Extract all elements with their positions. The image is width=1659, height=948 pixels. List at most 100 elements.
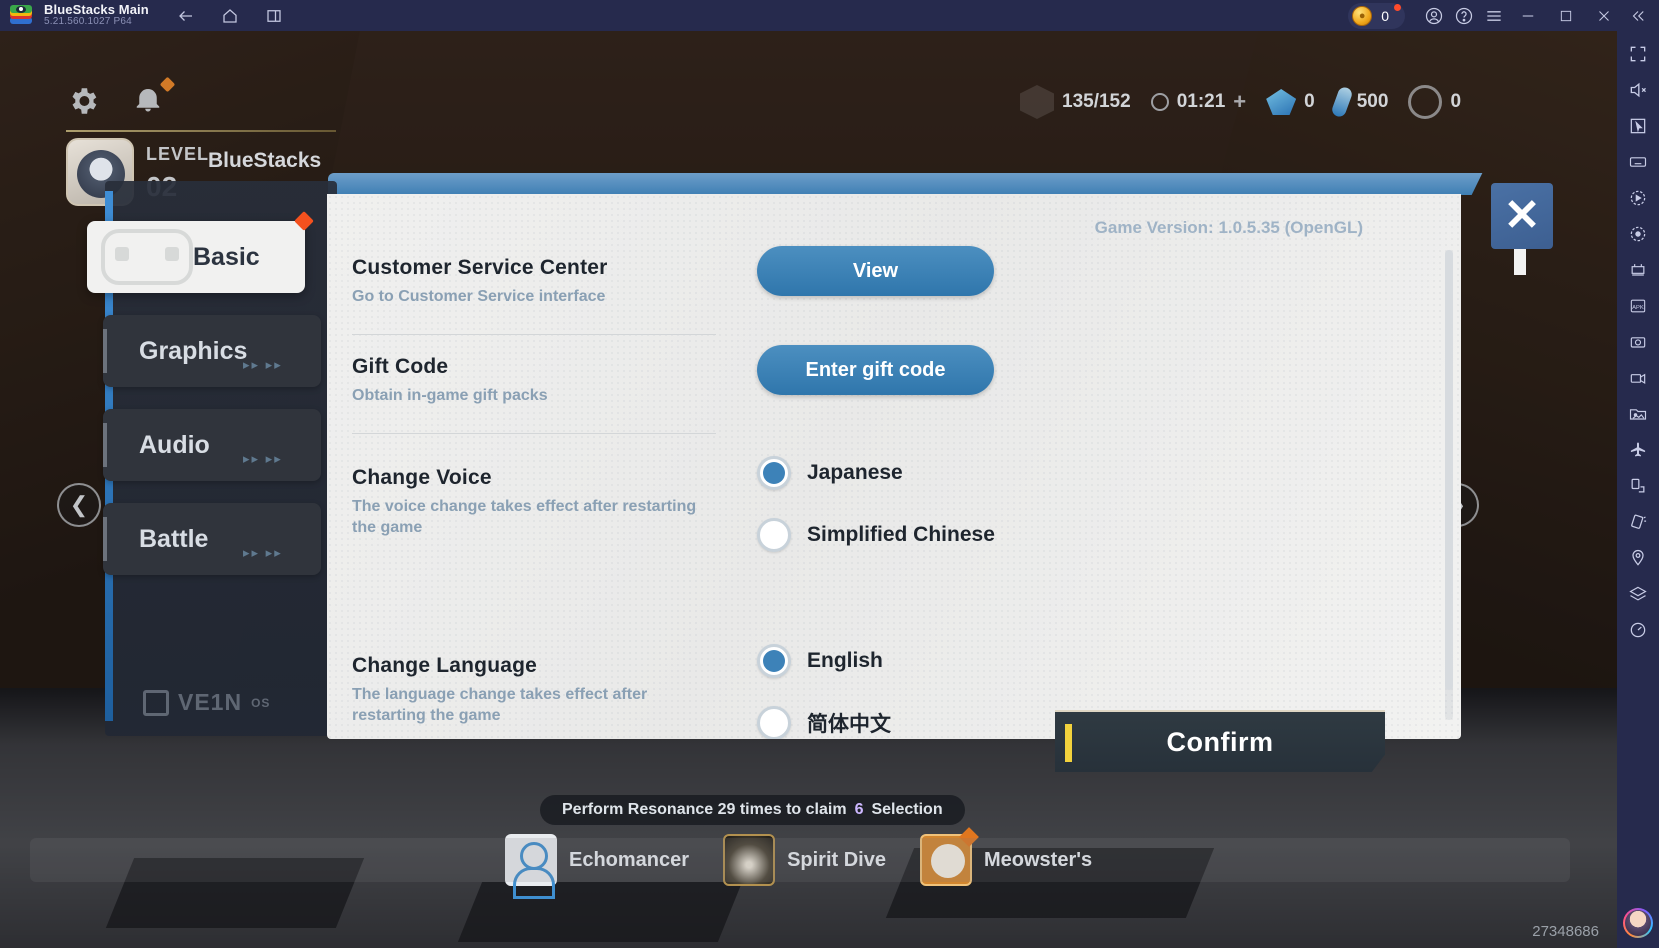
fullscreen-icon[interactable] <box>1623 39 1653 69</box>
tab-marker <box>103 517 107 561</box>
install-apk-icon[interactable]: APK <box>1623 291 1653 321</box>
close-icon: ✕ <box>1503 191 1541 240</box>
enter-gift-code-button[interactable]: Enter gift code <box>757 345 994 395</box>
bottom-bar: Echomancer Spirit Dive Meowster's 273486… <box>0 827 1617 948</box>
tab-marker <box>103 423 107 467</box>
row-text: Change Voice The voice change takes effe… <box>352 456 722 539</box>
close-icon[interactable] <box>1585 0 1623 31</box>
back-arrow-icon[interactable] <box>175 5 197 27</box>
titlebar-actions: ● 0 <box>1348 0 1659 31</box>
radio-voice-japanese[interactable]: Japanese <box>757 456 1412 490</box>
sidebar-toolbar: APK <box>1617 31 1659 948</box>
minimize-icon[interactable] <box>1509 0 1547 31</box>
user-avatar[interactable] <box>1623 908 1653 938</box>
radio-icon <box>757 706 791 739</box>
bluestacks-logo <box>10 4 32 27</box>
multi-instance-manager-icon[interactable] <box>1623 255 1653 285</box>
notification-bell-icon[interactable] <box>133 76 176 120</box>
row-subtitle: The language change takes effect after r… <box>352 686 648 724</box>
tab-audio[interactable]: Audio ▸▸ ▸▸ <box>103 409 321 481</box>
performance-icon[interactable] <box>1623 615 1653 645</box>
media-manager-icon[interactable] <box>1623 399 1653 429</box>
scrollbar-thumb[interactable] <box>1445 250 1453 690</box>
content-scrollbar[interactable] <box>1445 250 1453 720</box>
radio-voice-simplified-chinese[interactable]: Simplified Chinese <box>757 518 1412 552</box>
clock-icon <box>1150 93 1169 111</box>
airplane-mode-icon[interactable] <box>1623 435 1653 465</box>
tab-basic[interactable]: Basic <box>87 211 314 293</box>
row-text: Change Language The language change take… <box>352 644 722 727</box>
row-control: Japanese Simplified Chinese <box>722 456 1412 580</box>
brand-name: VE1N <box>178 689 243 715</box>
screen-record-icon[interactable] <box>1623 363 1653 393</box>
plus-icon[interactable]: + <box>1233 89 1246 115</box>
titlebar-text: BlueStacks Main 5.21.560.1027 P64 <box>44 3 149 27</box>
row-divider <box>352 334 716 335</box>
maximize-icon[interactable] <box>1547 0 1585 31</box>
menu-icon[interactable] <box>1479 0 1509 31</box>
row-control: View <box>722 246 1412 296</box>
titlebar-nav <box>175 5 285 27</box>
gem-group[interactable]: 0 <box>1256 89 1325 115</box>
cursor-icon[interactable] <box>1623 111 1653 141</box>
quest-text-suffix: Selection <box>871 801 943 818</box>
mute-icon[interactable] <box>1623 75 1653 105</box>
timer-value: 01:21 <box>1176 91 1226 112</box>
token-value: 0 <box>1450 91 1462 112</box>
close-button-stem <box>1514 249 1526 275</box>
keyboard-icon[interactable] <box>1623 147 1653 177</box>
hud-divider <box>66 130 336 132</box>
rotate-screen-icon[interactable] <box>1623 471 1653 501</box>
collapse-icon[interactable] <box>1623 0 1653 31</box>
radio-icon <box>757 518 791 552</box>
dialog-close-button[interactable]: ✕ <box>1491 183 1553 249</box>
help-icon[interactable] <box>1449 0 1479 31</box>
home-icon[interactable] <box>219 5 241 27</box>
tab-label: Battle <box>139 524 209 553</box>
row-subtitle: Obtain in-game gift packs <box>352 387 548 404</box>
settings-tabs: Basic Graphics ▸▸ ▸▸ Audio ▸▸ ▸▸ Battle … <box>87 211 321 597</box>
row-title: Change Voice <box>352 466 492 489</box>
radio-label: English <box>807 649 883 672</box>
macro-record-icon[interactable] <box>1623 219 1653 249</box>
chevron-right-icon: ▸▸ ▸▸ <box>243 357 283 372</box>
screenshot-icon[interactable] <box>1623 327 1653 357</box>
confirm-button[interactable]: Confirm <box>1055 710 1385 772</box>
stamina-icon <box>1020 85 1054 119</box>
brand-logo: VE1N OS <box>143 689 270 716</box>
brand-suffix: OS <box>251 695 271 710</box>
token-group[interactable]: 0 <box>1398 85 1471 119</box>
macro-play-icon[interactable] <box>1623 183 1653 213</box>
multi-instance-icon[interactable] <box>263 5 285 27</box>
coin-balance[interactable]: ● 0 <box>1348 2 1405 29</box>
confirm-label: Confirm <box>1166 726 1274 757</box>
radio-label: Simplified Chinese <box>807 523 995 546</box>
gamepad-icon <box>101 229 193 285</box>
row-text: Gift Code Obtain in-game gift packs <box>352 345 722 407</box>
quest-banner: Perform Resonance 29 times to claim 6 Se… <box>540 795 965 825</box>
row-control: Enter gift code <box>722 345 1412 395</box>
tab-graphics[interactable]: Graphics ▸▸ ▸▸ <box>103 315 321 387</box>
shake-icon[interactable] <box>1623 507 1653 537</box>
energy-value: 500 <box>1356 91 1389 112</box>
location-icon[interactable] <box>1623 543 1653 573</box>
layers-icon[interactable] <box>1623 579 1653 609</box>
coin-badge <box>1394 3 1401 11</box>
radio-language-english[interactable]: English <box>757 644 1412 678</box>
energy-group[interactable]: 500 <box>1325 85 1399 119</box>
dialog-header-bar <box>328 173 1463 195</box>
tab-label: Basic <box>193 242 260 271</box>
gem-icon <box>1266 89 1297 115</box>
bottom-bar-strip <box>30 838 1570 882</box>
confirm-accent <box>1065 724 1072 762</box>
view-button[interactable]: View <box>757 246 994 296</box>
game-settings-icon[interactable] <box>66 84 100 123</box>
account-icon[interactable] <box>1419 0 1449 31</box>
game-version-label: Game Version: 1.0.5.35 (OpenGL) <box>1094 218 1363 237</box>
row-title: Gift Code <box>352 355 449 378</box>
settings-rows: Customer Service Center Go to Customer S… <box>352 246 1412 739</box>
tab-battle[interactable]: Battle ▸▸ ▸▸ <box>103 503 321 575</box>
gem-value: 0 <box>1304 91 1315 112</box>
server-id: 27348686 <box>1532 923 1599 940</box>
stamina-group[interactable]: 135/152 <box>1010 85 1141 119</box>
